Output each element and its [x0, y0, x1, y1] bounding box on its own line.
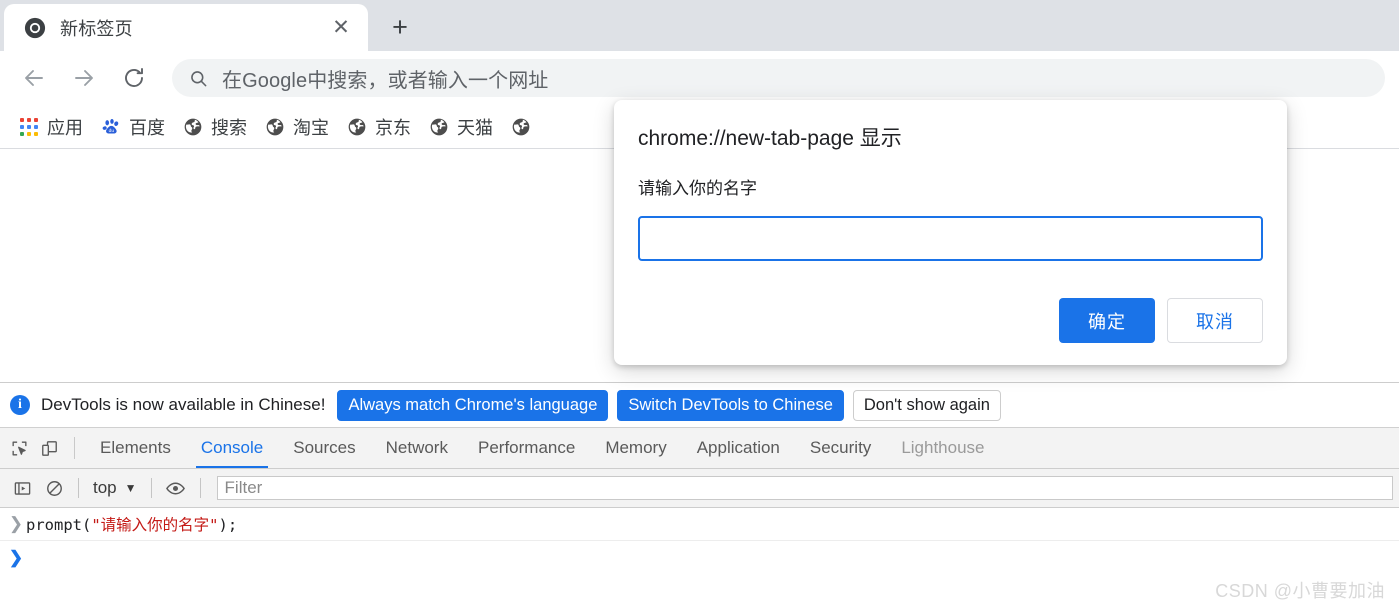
console-filter-placeholder: Filter — [224, 478, 263, 497]
bookmark-taobao[interactable]: 淘宝 — [256, 112, 338, 142]
info-icon: i — [10, 395, 30, 415]
bookmark-baidu[interactable]: du 百度 — [92, 112, 174, 142]
tab-console[interactable]: Console — [186, 428, 278, 468]
switch-to-chinese-button[interactable]: Switch DevTools to Chinese — [617, 389, 844, 421]
close-icon[interactable]: ✕ — [328, 15, 354, 41]
dialog-confirm-button[interactable]: 确定 — [1059, 298, 1155, 343]
console-filter-input[interactable]: Filter — [216, 476, 1393, 500]
devtools-language-infobar: i DevTools is now available in Chinese! … — [0, 383, 1399, 428]
device-toolbar-icon[interactable] — [34, 428, 64, 468]
watermark: CSDN @小曹要加油 — [1215, 581, 1385, 601]
divider — [199, 478, 201, 498]
forward-icon[interactable] — [64, 58, 104, 98]
dialog-cancel-button[interactable]: 取消 — [1167, 298, 1263, 343]
infobar-message: DevTools is now available in Chinese! — [41, 395, 326, 414]
new-tab-button[interactable]: + — [380, 7, 420, 47]
browser-window: 新标签页 ✕ + 在Google中搜索，或者输入一个网址 应用 du 百度 搜索… — [0, 0, 1399, 611]
bookmark-label: 淘宝 — [293, 117, 329, 138]
dialog-title: chrome://new-tab-page 显示 — [638, 127, 902, 150]
dialog-message: 请输入你的名字 — [638, 179, 757, 199]
bookmark-label: 搜索 — [211, 117, 247, 138]
console-context-selector[interactable]: top ▼ — [87, 478, 143, 498]
bookmark-tmall[interactable]: 天猫 — [420, 112, 502, 142]
tab-memory[interactable]: Memory — [590, 428, 681, 468]
globe-icon — [429, 117, 449, 137]
clear-console-icon[interactable] — [38, 473, 70, 503]
dont-show-again-button[interactable]: Don't show again — [852, 389, 1001, 421]
dialog-text-input[interactable] — [638, 216, 1263, 262]
console-expression-string: "请输入你的名字" — [91, 516, 219, 534]
inspect-element-icon[interactable] — [4, 428, 34, 468]
console-expression-head: prompt( — [26, 516, 92, 534]
tab-performance[interactable]: Performance — [463, 428, 590, 468]
divider — [74, 437, 75, 459]
console-input-row[interactable]: ❯ prompt("请输入你的名字"); — [0, 508, 1399, 541]
console-expression: prompt("请输入你的名字"); — [26, 513, 237, 535]
bookmark-label: 应用 — [47, 117, 83, 138]
apps-grid-icon — [19, 117, 39, 137]
back-icon[interactable] — [14, 58, 54, 98]
reload-icon[interactable] — [114, 58, 154, 98]
prompt-arrow-icon: ❯ — [8, 547, 24, 567]
prompt-arrow-icon: ❯ — [8, 514, 24, 533]
tab-sources[interactable]: Sources — [278, 428, 370, 468]
tab-elements[interactable]: Elements — [85, 428, 186, 468]
chrome-logo-icon — [24, 17, 46, 39]
globe-icon — [265, 117, 285, 137]
console-toolbar: top ▼ Filter — [0, 469, 1399, 508]
browser-tab[interactable]: 新标签页 ✕ — [4, 4, 368, 51]
bookmark-label: 京东 — [375, 117, 411, 138]
divider — [78, 478, 79, 498]
console-output: ❯ prompt("请输入你的名字"); ❯ — [0, 508, 1399, 611]
globe-icon — [183, 117, 203, 137]
tab-title: 新标签页 — [60, 18, 133, 39]
bookmark-apps[interactable]: 应用 — [10, 112, 92, 142]
tab-lighthouse[interactable]: Lighthouse — [886, 428, 999, 468]
browser-toolbar: 在Google中搜索，或者输入一个网址 — [0, 51, 1399, 105]
tab-security[interactable]: Security — [795, 428, 886, 468]
devtools-tab-bar: Elements Console Sources Network Perform… — [0, 428, 1399, 469]
bookmark-jingdong[interactable]: 京东 — [338, 112, 420, 142]
search-icon — [188, 68, 208, 88]
dialog-actions: 确定 取消 — [1059, 298, 1263, 343]
console-expression-tail: ); — [218, 516, 238, 534]
baidu-paw-icon: du — [101, 117, 121, 137]
divider — [150, 478, 152, 498]
javascript-prompt-dialog: chrome://new-tab-page 显示 请输入你的名字 确定 取消 — [614, 100, 1287, 365]
globe-icon — [347, 117, 367, 137]
bookmark-label: 天猫 — [457, 117, 493, 138]
bookmark-label: 百度 — [129, 117, 165, 138]
globe-icon — [511, 117, 531, 137]
svg-text:du: du — [108, 128, 114, 134]
chevron-down-icon: ▼ — [124, 481, 137, 495]
tab-strip: 新标签页 ✕ + — [0, 0, 1399, 51]
address-bar[interactable]: 在Google中搜索，或者输入一个网址 — [172, 59, 1385, 97]
bookmark-sousuo[interactable]: 搜索 — [174, 112, 256, 142]
console-prompt-row[interactable]: ❯ — [0, 541, 1399, 574]
bookmark-partial[interactable] — [502, 112, 548, 142]
console-sidebar-icon[interactable] — [6, 473, 38, 503]
console-context-label: top — [93, 478, 117, 497]
address-bar-placeholder: 在Google中搜索，或者输入一个网址 — [222, 69, 549, 92]
devtools-panel: i DevTools is now available in Chinese! … — [0, 382, 1399, 611]
tab-application[interactable]: Application — [682, 428, 795, 468]
tab-network[interactable]: Network — [371, 428, 463, 468]
always-match-language-button[interactable]: Always match Chrome's language — [337, 389, 609, 421]
live-expression-eye-icon[interactable] — [160, 473, 192, 503]
